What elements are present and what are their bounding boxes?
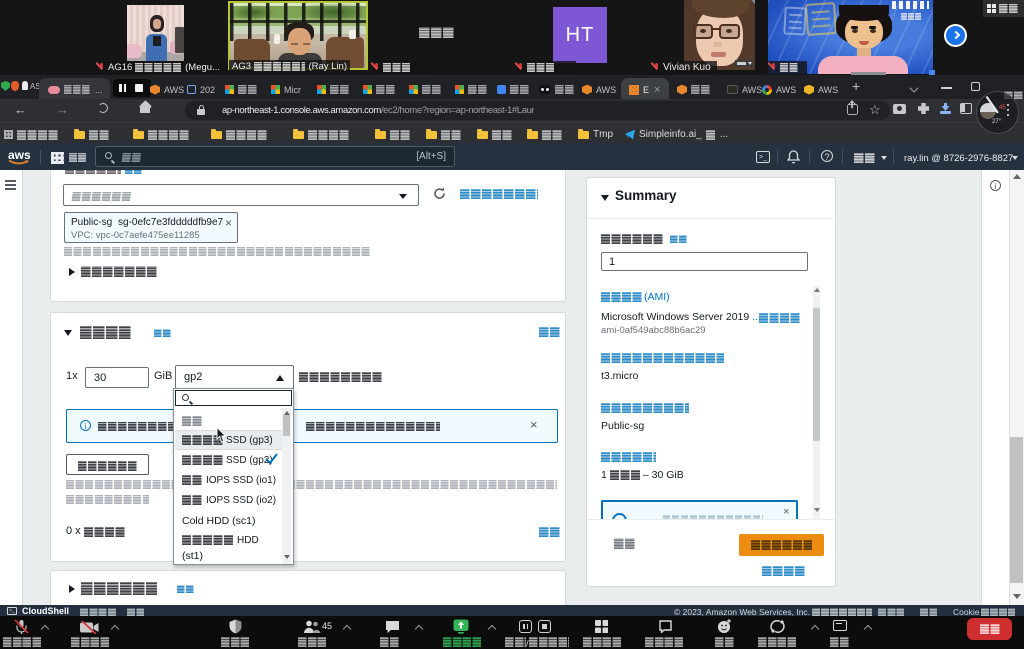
svg-text:aws: aws [8,148,31,162]
